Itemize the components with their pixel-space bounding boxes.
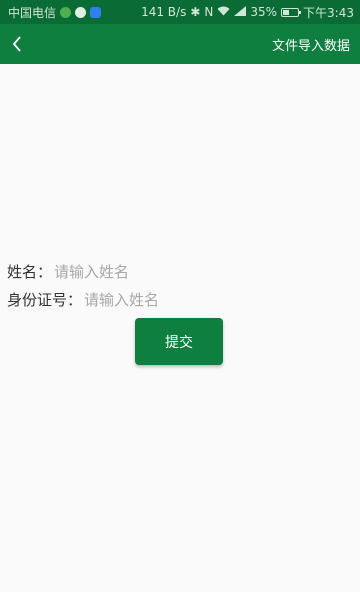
wifi-icon xyxy=(217,5,230,19)
nfc-icon: N xyxy=(204,5,214,19)
carrier-label: 中国电信 xyxy=(8,5,57,20)
main-content: 姓名： 身份证号： 提交 xyxy=(0,64,360,592)
clock: 下午3:43 xyxy=(303,5,354,20)
back-button[interactable] xyxy=(6,32,28,56)
name-row: 姓名： xyxy=(7,261,253,282)
chevron-left-icon xyxy=(12,36,21,52)
name-input[interactable] xyxy=(52,262,253,281)
net-speed: 141 B/s xyxy=(141,5,187,19)
page-title: 文件导入数据 xyxy=(271,38,350,54)
status-bar-right: 141 B/s ✱ N 35% 下午3:43 xyxy=(141,4,354,21)
notification-icon xyxy=(90,6,102,18)
id-input[interactable] xyxy=(82,290,283,309)
status-bar: 中国电信 141 B/s ✱ N 35% 下午3:43 xyxy=(0,0,360,24)
wechat-icon xyxy=(75,6,87,18)
battery-icon xyxy=(281,7,302,17)
id-row: 身份证号： xyxy=(7,289,283,310)
id-label: 身份证号： xyxy=(7,291,83,309)
app-bar: 文件导入数据 xyxy=(0,24,360,64)
name-label: 姓名： xyxy=(7,263,53,281)
submit-button[interactable]: 提交 xyxy=(135,318,223,365)
battery-percent: 35% xyxy=(250,5,278,19)
app-notification-icon xyxy=(60,6,72,18)
signal-icon xyxy=(234,5,247,19)
status-bar-left: 中国电信 xyxy=(8,4,102,21)
bluetooth-icon: ✱ xyxy=(190,5,201,19)
